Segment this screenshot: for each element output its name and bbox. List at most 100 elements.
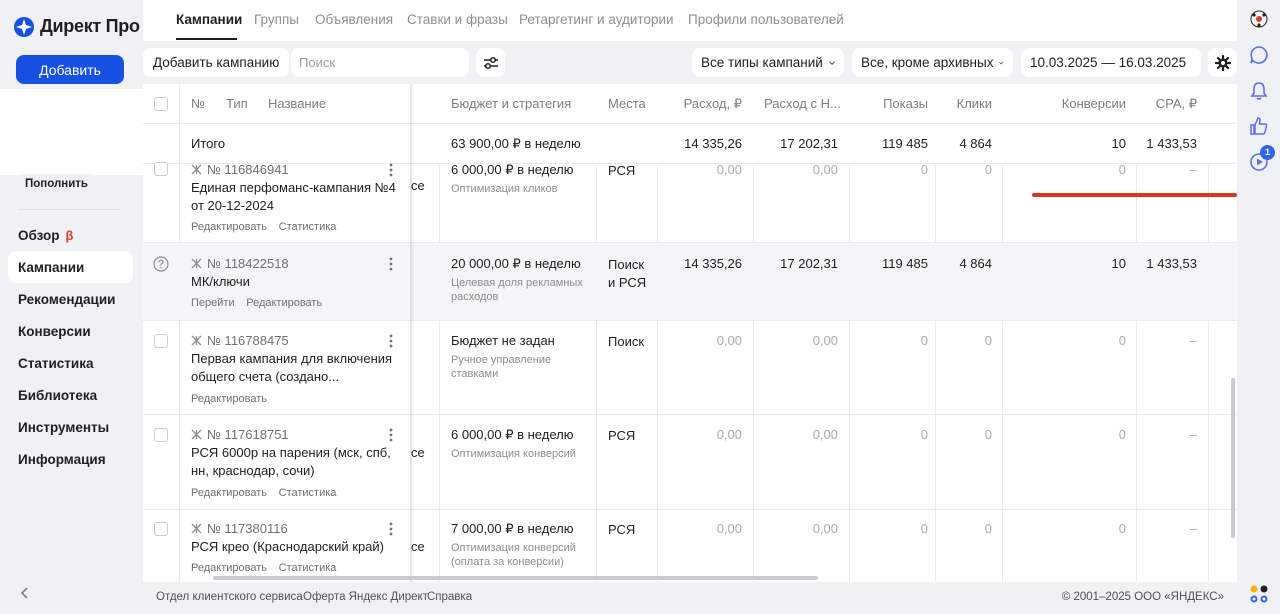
- tab-retargeting[interactable]: Ретаргетинг и аудитории: [519, 12, 674, 27]
- more-vertical-icon[interactable]: [385, 163, 397, 177]
- campaign-places: РСЯ: [608, 163, 636, 178]
- campaign-actions: Редактировать: [191, 390, 275, 405]
- vertical-scrollbar[interactable]: [1231, 378, 1235, 538]
- campaign-name-link[interactable]: Первая кампания для включения общего сче…: [191, 350, 401, 386]
- help-circle-icon[interactable]: [153, 256, 169, 272]
- campaign-actions: Редактировать Статистика: [191, 484, 344, 499]
- header-budget[interactable]: Бюджет и стратегия: [451, 96, 571, 111]
- campaign-number: № 116846941: [191, 162, 289, 177]
- header-spend-vat[interactable]: Расход с Н...: [764, 96, 841, 111]
- chevron-down-icon: [829, 60, 835, 65]
- header-clicks[interactable]: Клики: [957, 96, 992, 111]
- campaign-actions: Редактировать Статистика: [191, 559, 344, 574]
- frozen-header: № Тип Название: [143, 84, 410, 124]
- add-button[interactable]: Добавить: [16, 55, 124, 84]
- footer-link-help[interactable]: Справка: [427, 591, 472, 603]
- archive-filter-select[interactable]: Все, кроме архивных: [852, 48, 1013, 77]
- sidebar-item-conversions[interactable]: Конверсии: [8, 315, 133, 347]
- chat-icon[interactable]: [1248, 44, 1270, 66]
- ball-icon[interactable]: [1248, 8, 1270, 30]
- header-places[interactable]: Места: [608, 96, 646, 111]
- column-divider: [179, 84, 180, 124]
- edit-link[interactable]: Редактировать: [191, 562, 267, 574]
- statistics-link[interactable]: Статистика: [279, 221, 337, 233]
- header-cpa[interactable]: CPA, ₽: [1156, 96, 1197, 112]
- campaign-name-link[interactable]: РСЯ 6000р на парения (мск, спб, нн, крас…: [191, 444, 406, 480]
- header-number[interactable]: №: [191, 96, 205, 111]
- tab-campaigns[interactable]: Кампании: [176, 12, 242, 27]
- header-impressions[interactable]: Показы: [883, 96, 928, 111]
- campaign-impressions: 0: [920, 333, 928, 348]
- sidebar-item-tools[interactable]: Инструменты: [8, 411, 133, 443]
- sidebar-item-library[interactable]: Библиотека: [8, 379, 133, 411]
- bell-icon[interactable]: [1248, 80, 1270, 102]
- select-all-checkbox[interactable]: [154, 97, 168, 111]
- campaign-spend: 0,00: [716, 162, 742, 177]
- campaign-name-link[interactable]: РСЯ крео (Краснодарский край): [191, 538, 401, 556]
- sidebar-item-recommendations[interactable]: Рекомендации: [8, 283, 133, 315]
- campaign-number: № 116788475: [191, 333, 289, 348]
- more-vertical-icon[interactable]: [385, 522, 397, 536]
- campaign-spend-vat: 0,00: [812, 162, 838, 177]
- row-checkbox[interactable]: [154, 162, 168, 176]
- statistics-link[interactable]: Статистика: [279, 487, 337, 499]
- header-spend[interactable]: Расход, ₽: [684, 96, 742, 112]
- filter-sliders-icon: [483, 56, 498, 69]
- campaign-name-link[interactable]: Единая перфоманс-кампания №4 от 20-12-20…: [191, 179, 401, 215]
- campaign-clicks: 0: [984, 427, 992, 442]
- sidebar-item-campaigns[interactable]: Кампании: [8, 251, 133, 283]
- campaign-spend-vat: 17 202,31: [780, 256, 838, 271]
- sidebar-item-overview[interactable]: Обзор β: [8, 219, 133, 251]
- tab-ads[interactable]: Объявления: [315, 12, 393, 27]
- collapse-sidebar-icon[interactable]: [18, 586, 32, 600]
- more-vertical-icon[interactable]: [385, 257, 397, 271]
- topup-button[interactable]: Пополнить: [18, 174, 95, 194]
- beta-badge: β: [65, 227, 74, 243]
- row-checkbox[interactable]: [154, 428, 168, 442]
- footer-link-offer[interactable]: Оферта Яндекс Директ: [303, 591, 428, 603]
- campaign-types-select[interactable]: Все типы кампаний: [692, 48, 844, 77]
- campaign-impressions: 0: [920, 162, 928, 177]
- header-type[interactable]: Тип: [226, 96, 248, 111]
- settings-button[interactable]: [1208, 48, 1237, 77]
- sidebar-nav: Обзор β Кампании Рекомендации Конверсии …: [8, 219, 133, 475]
- campaign-cpa: –: [1189, 333, 1197, 348]
- more-vertical-icon[interactable]: [385, 428, 397, 442]
- total-budget: 63 900,00 ₽ в неделю: [451, 136, 581, 151]
- edit-link[interactable]: Редактировать: [191, 221, 267, 233]
- footer-link-support[interactable]: Отдел клиентского сервиса: [156, 591, 303, 603]
- open-link[interactable]: Перейти: [191, 297, 235, 309]
- campaign-conversions: 10: [1111, 256, 1126, 271]
- thumbs-up-icon[interactable]: [1248, 115, 1270, 137]
- campaign-spend: 0,00: [716, 521, 742, 536]
- campaign-budget: 6 000,00 ₽ в неделю: [451, 427, 574, 442]
- row-checkbox[interactable]: [154, 334, 168, 348]
- header-name[interactable]: Название: [268, 96, 326, 111]
- filter-button[interactable]: [476, 48, 505, 77]
- edit-link[interactable]: Редактировать: [191, 487, 267, 499]
- statistics-link[interactable]: Статистика: [279, 562, 337, 574]
- edit-link[interactable]: Редактировать: [191, 393, 267, 405]
- tab-user-profiles[interactable]: Профили пользователей: [688, 12, 844, 27]
- apps-icon[interactable]: [1248, 583, 1270, 605]
- search-input[interactable]: [291, 48, 469, 77]
- sidebar-item-statistics[interactable]: Статистика: [8, 347, 133, 379]
- edit-link[interactable]: Редактировать: [246, 297, 322, 309]
- frozen-column-shadow: [410, 84, 414, 582]
- campaign-budget: 7 000,00 ₽ в неделю: [451, 521, 574, 536]
- logo[interactable]: Директ Про: [14, 16, 140, 37]
- campaign-name-link[interactable]: МК/ключи: [191, 273, 401, 291]
- header-conversions[interactable]: Конверсии: [1062, 96, 1126, 111]
- more-vertical-icon[interactable]: [385, 334, 397, 348]
- tab-bids[interactable]: Ставки и фразы: [407, 12, 508, 27]
- horizontal-scrollbar[interactable]: [213, 576, 818, 580]
- campaign-number: № 118422518: [191, 256, 289, 271]
- gear-icon: [1214, 54, 1231, 71]
- row-checkbox[interactable]: [154, 522, 168, 536]
- add-campaign-button[interactable]: Добавить кампанию: [143, 48, 290, 77]
- date-range-select[interactable]: 10.03.2025 — 16.03.2025: [1021, 48, 1201, 77]
- sidebar-item-information[interactable]: Информация: [8, 443, 133, 475]
- campaign-spend-vat: 0,00: [812, 333, 838, 348]
- tab-groups[interactable]: Группы: [254, 12, 299, 27]
- campaign-name-cell: № 118422518 МК/ключи Перейти Редактирова…: [143, 243, 410, 321]
